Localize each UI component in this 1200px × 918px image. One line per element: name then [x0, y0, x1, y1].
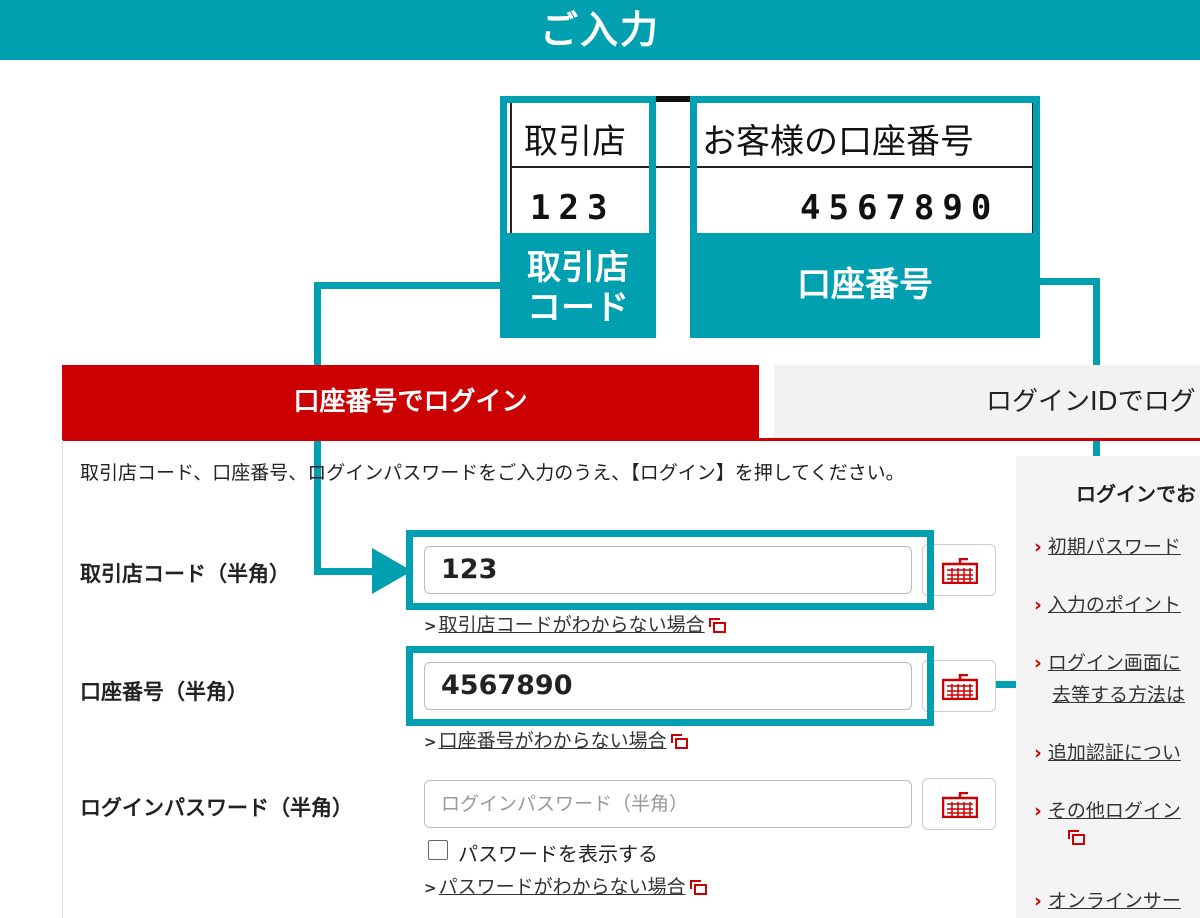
callout-account-number: 口座番号 [690, 238, 1040, 338]
branch-input-highlight [406, 530, 934, 610]
sidebar-link-login-screen-line2[interactable]: 去等する方法は [1052, 680, 1185, 707]
external-link-icon-wrap [1064, 828, 1085, 847]
sidebar-link-text[interactable]: 初期パスワード [1048, 536, 1181, 558]
sidebar-link-input-points[interactable]: › 入力のポイント [1034, 590, 1181, 617]
sidebar-link-text[interactable]: その他ログイン [1048, 800, 1181, 822]
chevron-right-icon: › [1034, 594, 1042, 616]
branch-help-link[interactable]: > 取引店コードがわからない場合 [424, 610, 726, 637]
sidebar-link-text[interactable]: 入力のポイント [1048, 594, 1181, 616]
instruction-text: 取引店コード、口座番号、ログインパスワードをご入力のうえ、【ログイン】を押してく… [80, 462, 905, 484]
account-help-link[interactable]: > 口座番号がわからない場合 [424, 726, 688, 753]
link-arrow-icon: > [424, 879, 437, 897]
external-link-icon [689, 880, 707, 895]
password-help-text[interactable]: パスワードがわからない場合 [439, 876, 686, 898]
callout-branch-code: 取引店 コード [500, 238, 656, 338]
help-sidebar: ログインでお › 初期パスワード › 入力のポイント › ログイン画面に 去等する方法… [1016, 456, 1200, 918]
keyboard-icon [942, 558, 978, 584]
page-title: ご入力 [539, 8, 660, 52]
account-number-label: 口座番号（半角） [80, 680, 248, 704]
chevron-right-icon: › [1034, 536, 1042, 558]
sidebar-link-initial-password[interactable]: › 初期パスワード [1034, 532, 1181, 559]
link-arrow-icon: > [424, 733, 437, 751]
password-help-link[interactable]: > パスワードがわからない場合 [424, 872, 707, 899]
card-branch-highlight [500, 96, 656, 240]
keyboard-icon [942, 674, 978, 700]
header-bar: ご入力 [0, 0, 1200, 60]
connector-branch-horizontal-top [314, 282, 502, 289]
sidebar-link-text[interactable]: オンラインサー [1048, 890, 1181, 912]
callout-branch-line2: コード [527, 288, 629, 328]
show-password-label[interactable]: パスワードを表示する [458, 838, 658, 867]
chevron-right-icon: › [1034, 890, 1042, 912]
connector-account-horizontal-top [1040, 278, 1100, 285]
branch-code-label: 取引店コード（半角） [80, 562, 290, 586]
password-label: ログインパスワード（半角） [80, 796, 353, 820]
link-arrow-icon: > [424, 617, 437, 635]
chevron-right-icon: › [1034, 742, 1042, 764]
account-input-highlight [406, 646, 934, 726]
show-password-checkbox[interactable] [428, 840, 448, 860]
sidebar-link-additional-auth[interactable]: › 追加認証につい [1034, 738, 1181, 765]
keyboard-icon [942, 792, 978, 818]
sidebar-link-login-screen[interactable]: › ログイン画面に [1034, 648, 1181, 675]
sidebar-link-other-login[interactable]: › その他ログイン [1034, 796, 1181, 823]
callout-branch-line1: 取引店 [527, 248, 629, 288]
external-link-icon [670, 734, 688, 749]
chevron-right-icon: › [1034, 800, 1042, 822]
tab-id-login[interactable]: ログインIDでログ [774, 365, 1200, 439]
sidebar-link-text[interactable]: ログイン画面に [1048, 652, 1181, 674]
external-link-icon [1068, 830, 1085, 845]
branch-help-text[interactable]: 取引店コードがわからない場合 [439, 614, 705, 636]
account-help-text[interactable]: 口座番号がわからない場合 [439, 730, 667, 752]
sidebar-link-text[interactable]: 追加認証につい [1048, 742, 1181, 764]
tab-account-login[interactable]: 口座番号でログイン [62, 365, 759, 439]
sidebar-title: ログインでお [1076, 482, 1196, 506]
password-input[interactable]: ログインパスワード（半角） [424, 780, 912, 828]
sidebar-link-online-service[interactable]: › オンラインサー [1034, 886, 1181, 913]
card-account-highlight [690, 96, 1040, 240]
login-tabs: 口座番号でログイン ログインIDでログ [62, 365, 1200, 439]
external-link-icon [708, 618, 726, 633]
chevron-right-icon: › [1034, 652, 1042, 674]
password-keyboard-button[interactable] [922, 778, 996, 830]
